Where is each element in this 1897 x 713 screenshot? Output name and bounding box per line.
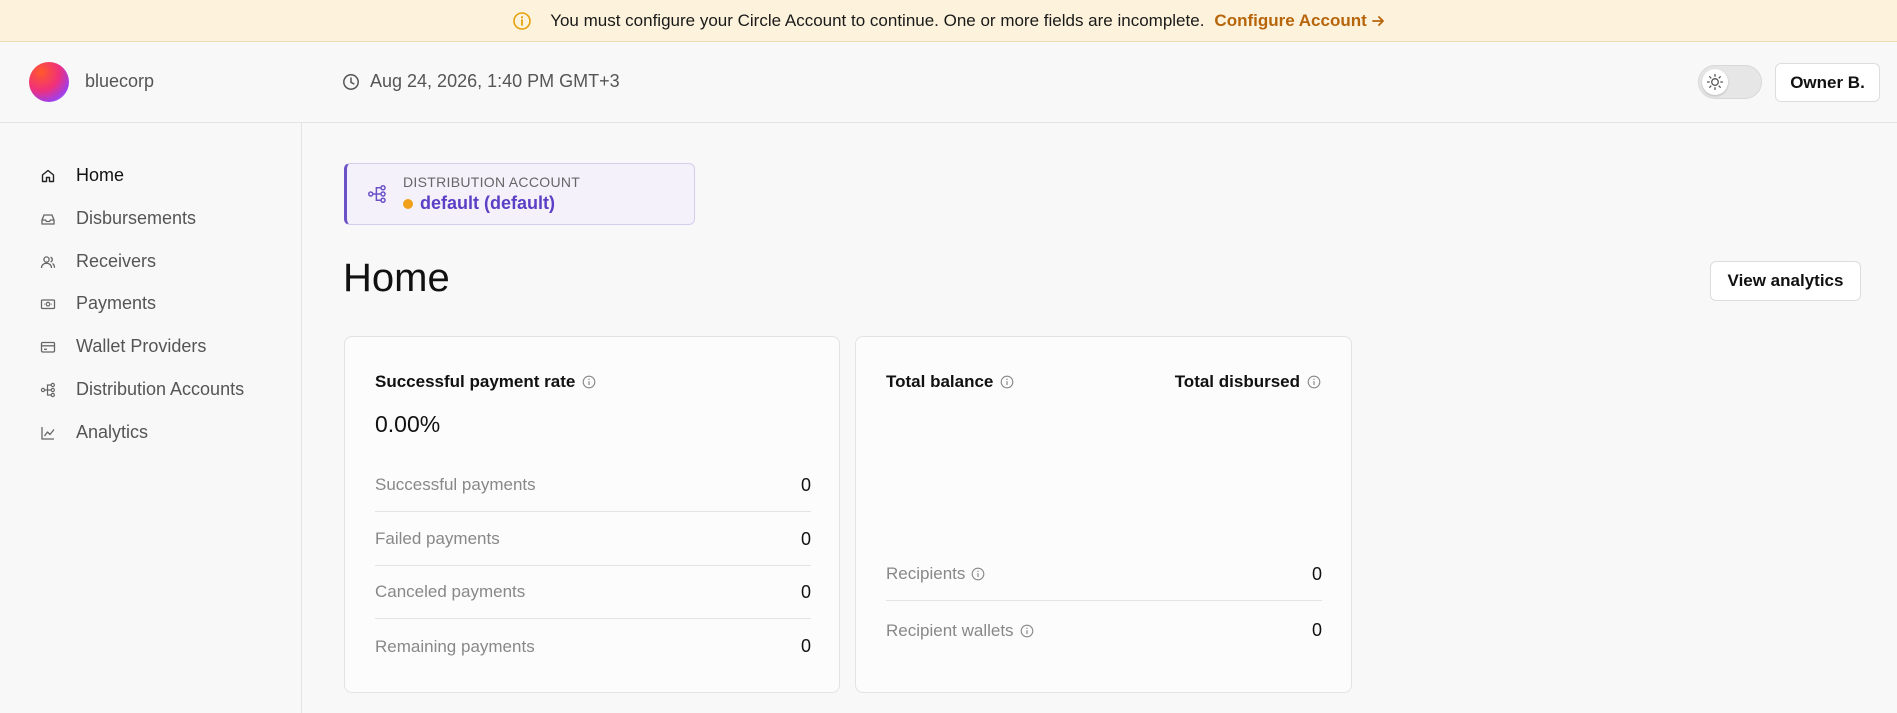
banner-message: You must configure your Circle Account t… [550,10,1205,30]
user-menu-button[interactable]: Owner B. [1775,63,1880,102]
info-icon[interactable] [582,375,596,389]
total-balance-title: Total balance [886,372,1014,392]
info-icon[interactable] [1000,375,1014,389]
configure-account-label: Configure Account [1214,10,1367,30]
stat-label: Recipients [886,564,985,584]
top-bar: bluecorp Aug 24, 2026, 1:40 PM GMT+3 Own… [0,42,1897,123]
theme-toggle-knob [1702,69,1728,95]
datetime-text: Aug 24, 2026, 1:40 PM GMT+3 [370,71,620,91]
sidebar-item-home[interactable]: Home [40,165,124,186]
payment-rate-title-text: Successful payment rate [375,372,576,391]
sidebar-item-label: Distribution Accounts [76,379,245,399]
theme-toggle[interactable] [1698,65,1762,99]
view-analytics-button[interactable]: View analytics [1710,261,1861,301]
stat-row: Failed payments 0 [375,513,811,566]
warning-banner: You must configure your Circle Account t… [0,0,1897,42]
stat-value: 0 [800,581,811,602]
sidebar-item-disbursements[interactable]: Disbursements [40,208,196,229]
sidebar-item-label: Wallet Providers [76,336,207,356]
wallet-icon [40,341,56,353]
stat-row: Recipients 0 [886,548,1322,601]
sidebar-item-label: Home [76,165,125,185]
datetime-display: Aug 24, 2026, 1:40 PM GMT+3 [342,71,620,92]
info-icon[interactable] [1020,624,1034,638]
home-icon [41,169,55,182]
stat-row: Successful payments 0 [375,459,811,512]
stat-value: 0 [800,636,811,656]
stat-row: Canceled payments 0 [375,566,811,619]
sidebar: Home Disbursements Receivers Payments Wa… [0,123,302,713]
stat-value: 0 [1311,620,1322,640]
arrow-right-icon [1371,15,1384,26]
network-icon [40,382,55,397]
stat-row: Recipient wallets 0 [886,604,1322,657]
recipient-wallets-label: Recipient wallets [886,620,1014,640]
page-title: Home [343,256,450,300]
org-name: bluecorp [85,71,155,91]
info-warning-icon [512,11,532,31]
sidebar-item-label: Disbursements [76,208,197,228]
inbox-icon [41,213,55,225]
total-disbursed-title-text: Total disbursed [1174,372,1300,391]
distribution-account-value: default (default) [403,193,555,214]
stat-value: 0 [800,474,811,495]
status-dot [403,198,413,209]
sun-icon [1706,73,1724,91]
stat-label: Remaining payments [375,636,535,656]
stat-value: 0 [800,528,811,549]
org-logo [29,62,69,102]
payment-rate-title: Successful payment rate [375,372,596,392]
sidebar-item-receivers[interactable]: Receivers [40,251,156,272]
stat-value: 0 [1311,563,1322,584]
total-balance-title-text: Total balance [886,372,994,391]
stat-label: Successful payments [375,475,536,494]
info-icon[interactable] [971,567,985,581]
recipients-label: Recipients [886,564,966,583]
distribution-account-card[interactable]: DISTRIBUTION ACCOUNT default (default) [344,163,695,225]
info-icon[interactable] [1307,375,1321,389]
stat-label: Recipient wallets [886,621,1034,641]
distribution-account-name: default (default) [420,193,555,213]
sidebar-item-distribution-accounts[interactable]: Distribution Accounts [40,379,244,400]
payment-rate-value: 0.00% [375,411,441,437]
stat-label: Failed payments [375,529,500,548]
sidebar-item-label: Receivers [76,251,157,271]
banknote-icon [40,298,56,309]
main-content: DISTRIBUTION ACCOUNT default (default) H… [302,123,1897,713]
clock-icon [343,73,359,90]
network-icon [367,184,387,209]
sidebar-item-wallet-providers[interactable]: Wallet Providers [40,336,206,357]
stat-row: Remaining payments 0 [375,620,811,673]
balance-card: Total balance Total disbursed Recipients… [855,336,1352,693]
distribution-account-label: DISTRIBUTION ACCOUNT [403,174,581,190]
total-disbursed-title: Total disbursed [1175,372,1321,392]
sidebar-item-payments[interactable]: Payments [40,293,156,314]
payment-rate-card: Successful payment rate 0.00% Successful… [344,336,840,693]
sidebar-item-label: Payments [76,293,157,313]
users-icon [40,255,56,268]
stat-label: Canceled payments [375,582,526,601]
configure-account-link[interactable]: Configure Account [1214,11,1384,31]
sidebar-item-analytics[interactable]: Analytics [40,422,148,443]
line-chart-icon [41,426,55,440]
sidebar-item-label: Analytics [76,422,149,442]
